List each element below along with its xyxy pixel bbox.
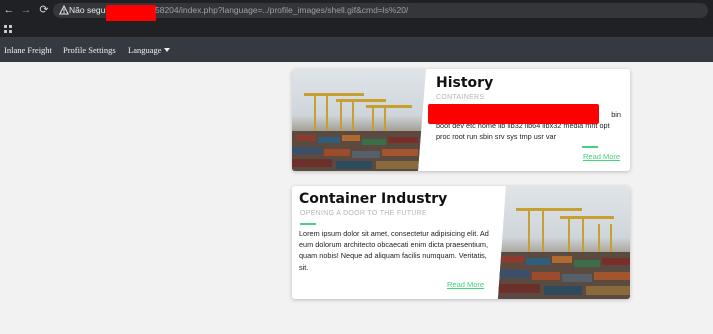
- url-text[interactable]: 58204/index.php?language=../profile_imag…: [155, 5, 408, 16]
- container-port-image: [498, 186, 630, 299]
- container-port-image: [292, 69, 426, 171]
- read-more-link[interactable]: Read More: [447, 280, 484, 290]
- profile-settings-link[interactable]: Profile Settings: [63, 45, 116, 56]
- brand-link[interactable]: Inlane Freight: [4, 45, 52, 56]
- forward-arrow-icon[interactable]: →: [20, 4, 32, 16]
- caret-down-icon: [163, 48, 170, 52]
- accent-bar: [300, 223, 316, 225]
- back-arrow-icon[interactable]: ←: [3, 4, 15, 16]
- read-more-link[interactable]: Read More: [583, 152, 620, 162]
- redaction-box: [106, 5, 156, 22]
- redaction-box: [428, 104, 599, 124]
- history-card: History CONTAINERS bin boot dev etc home…: [292, 69, 630, 171]
- card-body-rest: boot dev etc home lib lib32 lib64 libx32…: [436, 121, 610, 142]
- warning-icon[interactable]: [59, 5, 69, 15]
- reload-icon[interactable]: ⟳: [38, 4, 50, 16]
- language-label: Language: [128, 45, 162, 55]
- site-navbar: Inlane Freight Profile Settings Language: [0, 38, 713, 62]
- card-body: Lorem ipsum dolor sit amet, consectetur …: [299, 229, 489, 272]
- card-title: Container Industry: [299, 191, 448, 207]
- bookmarks-bar: [0, 21, 713, 38]
- container-industry-card: Container Industry OPENING A DOOR TO THE…: [292, 186, 630, 299]
- card-subtitle: OPENING A DOOR TO THE FUTURE: [300, 210, 428, 217]
- card-title: History: [436, 75, 494, 91]
- language-dropdown[interactable]: Language: [128, 45, 170, 56]
- card-subtitle: CONTAINERS: [436, 94, 485, 101]
- accent-bar: [582, 146, 598, 148]
- apps-grid-icon[interactable]: [4, 25, 12, 33]
- browser-toolbar: ← → ⟳ Não seguro 58204/index.php?languag…: [0, 0, 713, 22]
